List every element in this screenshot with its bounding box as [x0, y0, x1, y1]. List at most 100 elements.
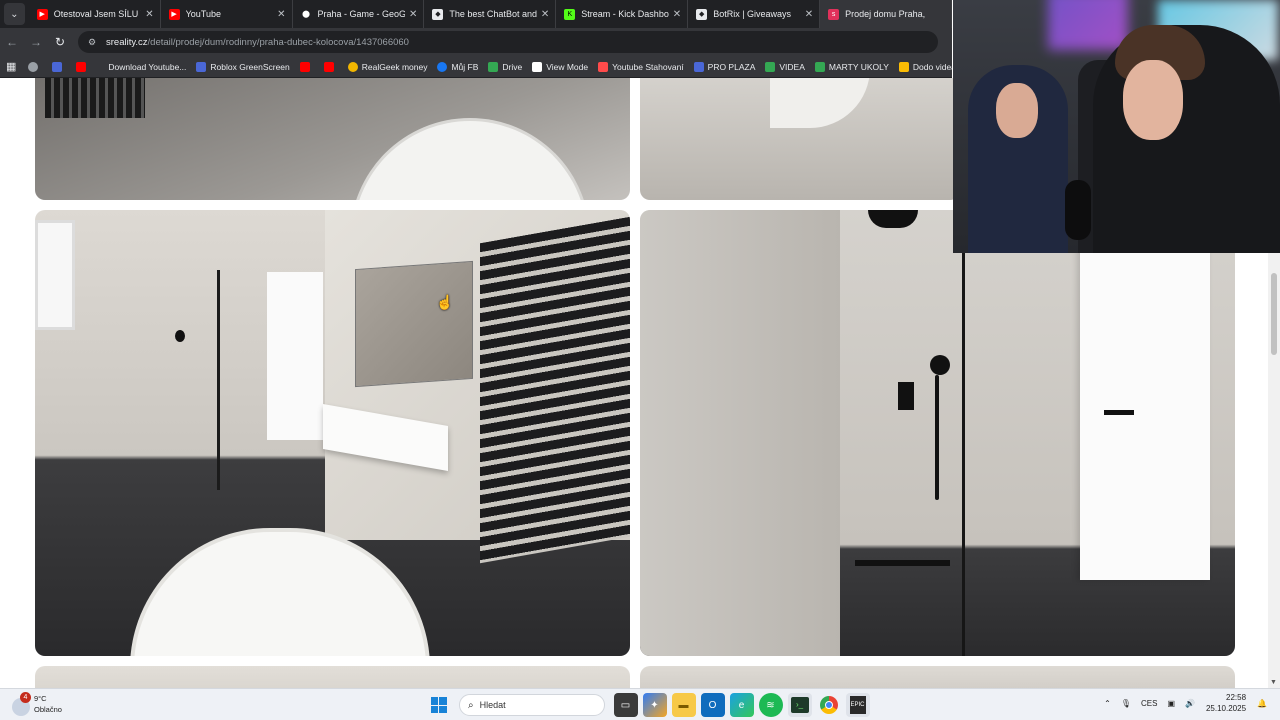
gallery-photo[interactable] — [35, 666, 630, 688]
edge-icon[interactable]: e — [729, 693, 754, 717]
bookmark-item[interactable] — [299, 61, 314, 72]
tab-title: YouTube — [185, 9, 221, 19]
notification-badge: 4 — [20, 692, 31, 703]
bookmark-icon — [693, 61, 704, 72]
system-tray: ⌃ 🎙 CES ▣ 🔊 22:58 25.10.2025 🔔 — [1099, 692, 1272, 714]
tab-title: Prodej domu Praha, — [845, 9, 926, 19]
url-path: /detail/prodej/dum/rodinny/praha-dubec-k… — [147, 36, 409, 48]
bookmark-item[interactable]: Roblox GreenScreen — [196, 61, 290, 72]
tab-search-icon[interactable]: ⌄ — [4, 3, 25, 25]
tab-strip: ⌄ ▶ Otestoval Jsem SÍLU YOU ✕ ▶ YouTube … — [0, 0, 952, 28]
outlook-icon[interactable]: O — [700, 693, 725, 717]
weather-desc: Oblačno — [34, 705, 62, 714]
spotify-icon[interactable]: ≋ — [758, 693, 783, 717]
language-indicator[interactable]: CES — [1141, 699, 1157, 708]
browser-tab[interactable]: ◆ The best ChatBot and Wi ✕ — [424, 0, 557, 28]
gallery-photo[interactable] — [640, 666, 1235, 688]
bookmark-item[interactable]: MARTY UKOLY — [814, 61, 889, 72]
site-info-icon[interactable]: ⚙ — [88, 37, 100, 48]
taskbar-search[interactable]: ⌕ Hledat — [459, 694, 605, 716]
download-icon — [598, 61, 609, 72]
bookmark-item[interactable]: Drive — [488, 61, 522, 72]
apps-grid-icon[interactable]: ▦ — [6, 60, 16, 73]
shower-glass-shape — [962, 250, 965, 656]
bookmark-item[interactable] — [76, 61, 90, 72]
bookmark-item[interactable]: Můj FB — [437, 61, 478, 72]
volume-icon[interactable]: 🔊 — [1185, 699, 1195, 708]
address-bar[interactable]: ⚙ sreality.cz/detail/prodej/dum/rodinny/… — [78, 31, 938, 53]
close-tab-icon[interactable]: ✕ — [409, 9, 417, 20]
drive-icon — [488, 61, 499, 72]
tab-title: Otestoval Jsem SÍLU YOU — [53, 9, 142, 19]
mirror-shape — [770, 78, 870, 128]
clock[interactable]: 22:58 25.10.2025 — [1206, 692, 1246, 714]
browser-tab[interactable]: ⬤ Praha - Game - GeoGuess ✕ — [293, 0, 425, 28]
sheets-icon — [814, 61, 825, 72]
radiator-shape — [480, 216, 630, 564]
notification-bell-icon[interactable]: 🔔 — [1257, 699, 1267, 708]
coin-icon — [347, 61, 358, 72]
scrollbar-thumb[interactable] — [1271, 273, 1277, 355]
windows-taskbar: 4 9°C Oblačno ⌕ Hledat ▭ ✦ ▬ O e ≋ ›_ EP… — [0, 688, 1280, 720]
shower-head-shape — [930, 355, 950, 375]
reload-icon[interactable]: ↻ — [48, 35, 72, 49]
browser-tab[interactable]: ▶ YouTube ✕ — [161, 0, 293, 28]
weather-widget[interactable]: 4 9°C Oblačno — [12, 692, 62, 716]
browser-tab[interactable]: K Stream - Kick Dashboard ✕ — [556, 0, 689, 28]
gallery-photo-walk-in-shower[interactable] — [640, 210, 1235, 656]
back-icon[interactable]: ← — [0, 35, 24, 49]
facebook-icon — [437, 61, 448, 72]
chrome-icon[interactable] — [817, 693, 841, 717]
bookmark-item[interactable]: VIDEA — [765, 61, 805, 72]
youtube-icon: ▶ — [168, 8, 180, 20]
person-shape — [968, 65, 1068, 253]
chevron-up-icon[interactable]: ⌃ — [1104, 699, 1111, 708]
view-icon — [532, 61, 543, 72]
browser-tab[interactable]: ▶ Otestoval Jsem SÍLU YOU ✕ — [29, 0, 161, 28]
browser-tab[interactable]: ◆ BotRix | Giveaways ✕ — [688, 0, 821, 28]
shower-hose-shape — [935, 375, 939, 500]
windows-logo-icon — [430, 697, 447, 713]
forward-icon[interactable]: → — [24, 35, 48, 49]
close-tab-icon[interactable]: ✕ — [541, 9, 549, 20]
close-tab-icon[interactable]: ✕ — [805, 9, 813, 20]
shower-glass-shape — [217, 270, 220, 490]
youtube-icon — [299, 61, 310, 72]
search-placeholder: Hledat — [479, 700, 506, 710]
epic-games-icon[interactable]: EPIC — [845, 693, 870, 717]
close-tab-icon[interactable]: ✕ — [673, 9, 681, 20]
browser-tab-active[interactable]: s Prodej domu Praha, — [820, 0, 952, 28]
person-shape — [1093, 25, 1280, 253]
bookmark-item[interactable] — [52, 61, 66, 72]
map-pin-icon: ⬤ — [300, 8, 312, 20]
taskbar-apps: ⌕ Hledat ▭ ✦ ▬ O e ≋ ›_ EPIC — [424, 693, 872, 717]
bookmark-item[interactable]: Download Youtube... — [108, 62, 186, 72]
start-button[interactable] — [427, 693, 451, 717]
close-tab-icon[interactable]: ✕ — [145, 9, 153, 20]
bookmark-item[interactable]: PRO PLAZA — [693, 61, 755, 72]
folder-icon[interactable]: ▬ — [671, 693, 696, 717]
bookmark-item[interactable] — [28, 61, 42, 72]
bookmark-item[interactable]: View Mode — [532, 61, 588, 72]
copilot-icon[interactable]: ✦ — [642, 693, 667, 717]
bookmark-item[interactable] — [323, 61, 338, 72]
terminal-icon[interactable]: ›_ — [787, 693, 812, 717]
bathtub-shape — [130, 528, 430, 656]
scroll-down-icon[interactable]: ▼ — [1270, 679, 1277, 686]
mirror-shape — [355, 260, 473, 388]
gallery-photo-bathroom-overview[interactable] — [35, 210, 630, 656]
face-shape — [1123, 60, 1183, 140]
network-icon[interactable]: ▣ — [1167, 699, 1175, 708]
radiator-shape — [45, 78, 145, 118]
microphone-shape — [1065, 180, 1091, 240]
microphone-icon[interactable]: 🎙 — [1121, 699, 1131, 708]
youtube-icon — [76, 61, 87, 72]
close-tab-icon[interactable]: ✕ — [277, 9, 285, 20]
bookmark-item[interactable]: Youtube Stahovaní — [598, 61, 684, 72]
task-view-icon[interactable]: ▭ — [613, 693, 638, 717]
bookmark-item[interactable]: Dodo videa — [898, 61, 952, 72]
gallery-photo-bathroom-tub[interactable] — [35, 78, 630, 200]
bookmark-item[interactable]: RealGeek money — [347, 61, 427, 72]
rain-shower-shape — [868, 210, 918, 228]
gallery-photo-bathroom-floor[interactable] — [640, 78, 960, 200]
